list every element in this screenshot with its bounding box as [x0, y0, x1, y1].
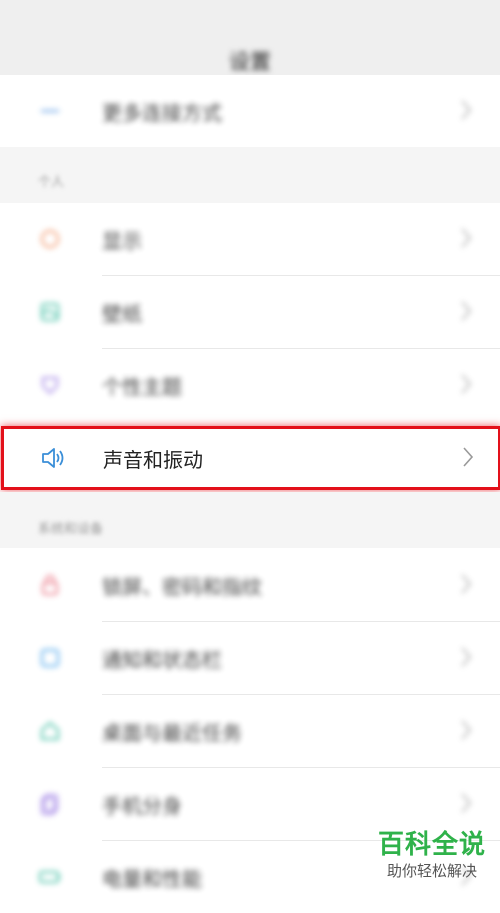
settings-row-display[interactable]: 显示	[0, 203, 500, 275]
settings-row-label: 桌面与最近任务	[102, 721, 242, 745]
settings-row-label: 锁屏、密码和指纹	[102, 575, 262, 599]
settings-row-label: 个性主题	[102, 375, 182, 399]
notification-icon	[41, 649, 59, 667]
watermark-logo: 百科全说 助你轻松解决	[378, 829, 486, 881]
chevron-right-icon	[461, 720, 472, 740]
chevron-right-icon	[461, 574, 472, 594]
section-header-personal: 个人	[0, 147, 500, 203]
section-title: 系统和设备	[38, 522, 104, 537]
settings-row-themes[interactable]: 个性主题	[0, 349, 500, 421]
lock-icon	[42, 575, 58, 595]
settings-row-label: 电量和性能	[102, 867, 202, 891]
home-icon	[41, 721, 59, 740]
settings-row-label: 壁纸	[102, 302, 142, 326]
connection-icon	[41, 110, 59, 112]
chevron-right-icon	[461, 374, 472, 394]
display-icon	[41, 230, 59, 248]
chevron-right-icon	[463, 447, 474, 467]
wallpaper-icon	[41, 303, 59, 321]
chevron-right-icon	[461, 647, 472, 667]
settings-row-label: 手机分身	[102, 794, 182, 818]
settings-row-label: 声音和振动	[103, 448, 203, 472]
settings-row-sound-vibration[interactable]: 声音和振动	[1, 426, 500, 490]
settings-row-label: 更多连接方式	[102, 101, 222, 125]
settings-row-lockscreen[interactable]: 锁屏、密码和指纹	[0, 549, 500, 621]
watermark-subtitle: 助你轻松解决	[386, 862, 477, 880]
settings-row-label: 通知和状态栏	[102, 648, 222, 672]
watermark-title: 百科全说	[377, 830, 486, 860]
page-title: 设置	[229, 50, 271, 74]
section-title: 个人	[38, 175, 65, 190]
settings-row-wallpaper[interactable]: 壁纸	[0, 276, 500, 348]
chevron-right-icon	[461, 100, 472, 120]
chevron-right-icon	[461, 228, 472, 248]
theme-icon	[42, 377, 58, 395]
dual-app-icon	[41, 794, 58, 815]
settings-row-label: 显示	[102, 229, 142, 253]
chevron-right-icon	[461, 301, 472, 321]
settings-row-notifications[interactable]: 通知和状态栏	[0, 622, 500, 694]
chevron-right-icon	[461, 793, 472, 813]
settings-row-more-connections[interactable]: 更多连接方式	[0, 75, 500, 147]
battery-icon	[39, 871, 60, 883]
settings-row-desktop[interactable]: 桌面与最近任务	[0, 695, 500, 767]
section-header-system: 系统和设备	[0, 492, 500, 548]
speaker-icon	[42, 448, 64, 468]
